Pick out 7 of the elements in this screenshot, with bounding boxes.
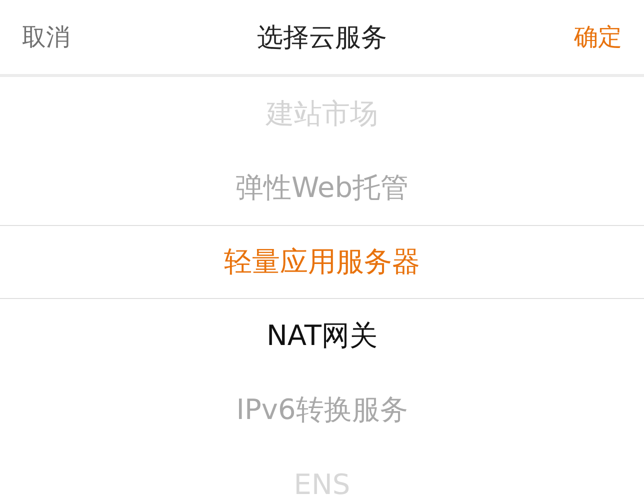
confirm-button[interactable]: 确定 — [574, 21, 622, 53]
picker-option[interactable]: NAT网关 — [0, 299, 644, 373]
cancel-button[interactable]: 取消 — [22, 21, 70, 53]
picker-option[interactable]: IPv6转换服务 — [0, 373, 644, 447]
picker-option[interactable]: 轻量应用服务器 — [0, 225, 644, 299]
picker-option[interactable]: 弹性Web托管 — [0, 151, 644, 225]
picker-title: 选择云服务 — [257, 22, 387, 54]
